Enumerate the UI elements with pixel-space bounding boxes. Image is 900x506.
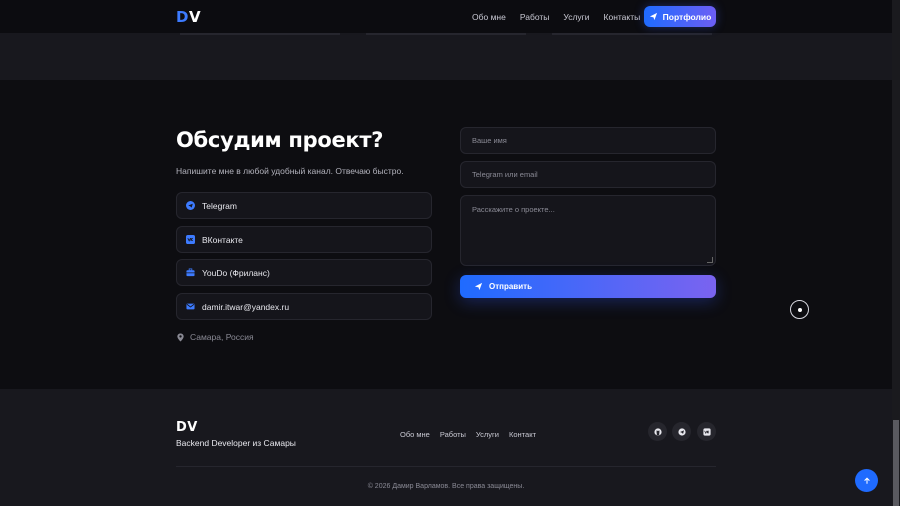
name-input[interactable]: Ваше имя [460, 127, 716, 154]
mail-icon [186, 302, 195, 311]
location-text: Самара, Россия [190, 332, 254, 342]
send-icon [474, 282, 483, 291]
footer-link-about[interactable]: Обо мне [400, 430, 430, 439]
footer-divider [176, 466, 716, 467]
channel-youdo[interactable]: YouDo (Фриланс) [176, 259, 432, 286]
map-pin-icon [176, 332, 185, 342]
footer-tagline: Backend Developer из Самары [176, 438, 296, 448]
telegram-social-button[interactable] [672, 422, 691, 441]
contact-input-placeholder: Telegram или email [472, 170, 538, 179]
message-textarea-placeholder: Расскажите о проекте... [472, 205, 555, 214]
message-textarea[interactable]: Расскажите о проекте... [460, 195, 716, 266]
contact-input[interactable]: Telegram или email [460, 161, 716, 188]
resize-handle[interactable] [707, 257, 713, 263]
github-button[interactable] [648, 422, 667, 441]
main-nav: Обо мне Работы Услуги Контакты [472, 12, 640, 22]
nav-link-works[interactable]: Работы [520, 12, 550, 22]
telegram-icon [677, 427, 686, 436]
submit-button[interactable]: Отправить [460, 275, 716, 298]
vk-social-button[interactable] [697, 422, 716, 441]
top-navbar: DV Обо мне Работы Услуги Контакты Портфо… [0, 0, 892, 33]
telegram-icon [186, 201, 195, 210]
contact-title: Обсудим проект? [176, 128, 384, 152]
portfolio-button[interactable]: Портфолио [644, 6, 716, 27]
previous-card-edge [180, 33, 340, 35]
footer-nav: Обо мне Работы Услуги Контакт [400, 430, 536, 439]
location: Самара, Россия [176, 332, 254, 342]
github-icon [653, 427, 662, 436]
channel-label: YouDo (Фриланс) [202, 267, 270, 278]
previous-card-edge [552, 33, 712, 35]
nav-link-services[interactable]: Услуги [563, 12, 589, 22]
contact-subtitle: Напишите мне в любой удобный канал. Отве… [176, 166, 404, 176]
copyright: © 2026 Дамир Варламов. Все права защищен… [367, 483, 525, 490]
send-icon [649, 12, 658, 21]
channel-label: damir.itwar@yandex.ru [202, 301, 290, 312]
previous-card-edge [366, 33, 526, 35]
vk-icon [186, 235, 195, 244]
footer-logo[interactable]: DV [176, 420, 198, 435]
previous-section [0, 33, 892, 80]
footer-link-works[interactable]: Работы [440, 430, 466, 439]
arrow-up-icon [862, 476, 871, 485]
footer: DV Backend Developer из Самары Обо мне Р… [0, 389, 892, 506]
channel-label: ВКонтакте [202, 234, 243, 245]
submit-button-label: Отправить [489, 282, 532, 291]
channel-email[interactable]: damir.itwar@yandex.ru [176, 293, 432, 320]
channel-vk[interactable]: ВКонтакте [176, 226, 432, 253]
scrollbar-thumb[interactable] [893, 420, 899, 506]
name-input-placeholder: Ваше имя [472, 136, 507, 145]
footer-link-contact[interactable]: Контакт [509, 430, 536, 439]
vk-icon [702, 427, 711, 436]
site-logo[interactable]: DV [176, 8, 201, 26]
custom-cursor [790, 300, 809, 319]
portfolio-button-label: Портфолио [662, 11, 712, 22]
channel-telegram[interactable]: Telegram [176, 192, 432, 219]
nav-link-contacts[interactable]: Контакты [604, 12, 641, 22]
nav-link-about[interactable]: Обо мне [472, 12, 506, 22]
page-scrollbar[interactable] [892, 0, 900, 506]
channel-label: Telegram [202, 200, 237, 211]
briefcase-icon [186, 268, 195, 277]
footer-link-services[interactable]: Услуги [476, 430, 499, 439]
scroll-to-top-button[interactable] [855, 469, 878, 492]
